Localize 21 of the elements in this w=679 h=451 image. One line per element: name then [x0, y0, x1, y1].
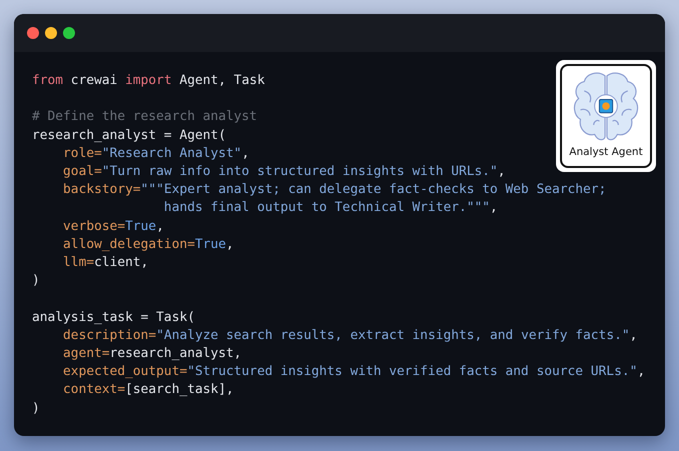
code-line: ): [32, 400, 40, 418]
code-line: # Define the research analyst: [32, 108, 258, 126]
code-line: description="Analyze search results, extract insights, and verify facts.",: [62, 326, 638, 345]
code-line: context=[search_task],: [62, 381, 234, 400]
code-line: allow_delegation=True,: [62, 236, 234, 254]
code-line: agent=research_analyst,: [62, 345, 242, 364]
code-line: role="Research Analyst",: [62, 144, 250, 163]
window-close-button[interactable]: [27, 27, 39, 39]
code-line: expected_output="Structured insights with verified facts and source URLs.",: [62, 363, 646, 382]
window-minimize-button[interactable]: [45, 27, 57, 39]
code-line: ): [32, 272, 40, 290]
code-line: analysis_task = Task(: [32, 308, 195, 327]
window-zoom-button[interactable]: [63, 27, 75, 39]
code-line: llm=client,: [62, 254, 148, 272]
code-line: from crewai import Agent, Task: [32, 72, 265, 90]
code-line: research_analyst = Agent(: [32, 126, 226, 145]
badge-label: Analyst Agent: [569, 146, 643, 158]
code-line: backstory="""Expert analyst; can delegate fact-checks to Web Searcher;: [62, 181, 606, 200]
code-line: verbose=True,: [62, 218, 164, 236]
code-line: hands final output to Technical Writer.""",: [162, 199, 498, 218]
code-line: goal="Turn raw info into structured insights with URLs.",: [62, 163, 506, 181]
